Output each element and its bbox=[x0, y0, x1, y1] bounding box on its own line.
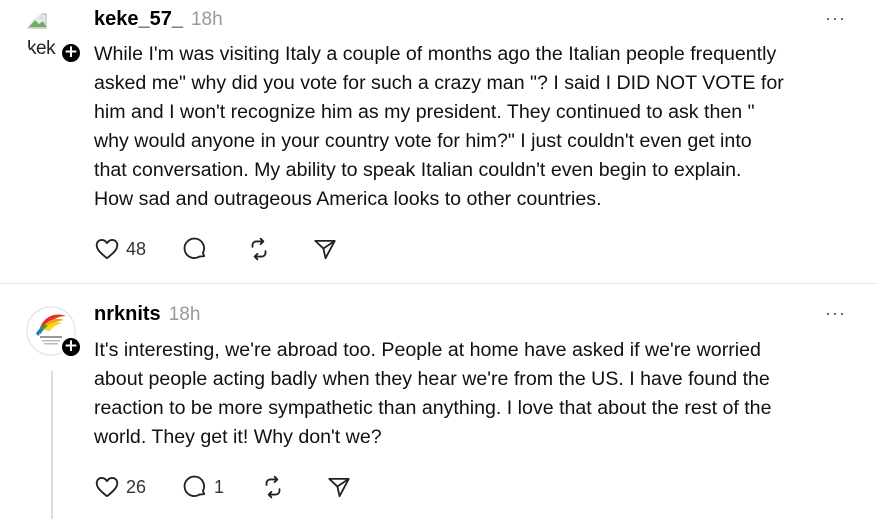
like-button[interactable]: 48 bbox=[94, 234, 182, 264]
timestamp[interactable]: 18h bbox=[191, 9, 223, 31]
thread-line bbox=[51, 371, 53, 519]
post-header: nrknits 18h bbox=[94, 303, 200, 326]
heart-icon bbox=[95, 476, 119, 498]
avatar[interactable]: kek + bbox=[26, 12, 82, 64]
repost-button[interactable] bbox=[260, 472, 326, 502]
heart-icon bbox=[95, 238, 119, 260]
avatar-alt-text: kek bbox=[27, 38, 56, 59]
share-button[interactable] bbox=[312, 234, 352, 264]
reply-count: 1 bbox=[214, 476, 225, 497]
username[interactable]: keke_57_ bbox=[94, 8, 183, 31]
action-bar: 26 1 bbox=[94, 472, 366, 502]
reply-button[interactable]: 1 bbox=[182, 472, 260, 502]
post-header: keke_57_ 18h bbox=[94, 8, 223, 31]
like-count: 26 bbox=[126, 476, 147, 497]
share-icon bbox=[328, 477, 350, 498]
post-body: It's interesting, we're abroad too. Peop… bbox=[94, 339, 772, 448]
post-body: While I'm was visiting Italy a couple of… bbox=[94, 43, 784, 210]
repost-button[interactable] bbox=[246, 234, 312, 264]
timestamp[interactable]: 18h bbox=[169, 304, 201, 326]
username[interactable]: nrknits bbox=[94, 303, 161, 326]
avatar[interactable]: + bbox=[26, 306, 82, 358]
like-count: 48 bbox=[126, 238, 147, 259]
like-button[interactable]: 26 bbox=[94, 472, 182, 502]
more-options-icon[interactable]: ··· bbox=[825, 8, 846, 29]
reply-button[interactable] bbox=[182, 234, 246, 264]
share-icon bbox=[314, 239, 336, 260]
comment-icon bbox=[183, 237, 206, 259]
repost-icon bbox=[265, 475, 281, 499]
comment-icon bbox=[183, 475, 206, 497]
share-button[interactable] bbox=[326, 472, 366, 502]
plus-icon[interactable]: + bbox=[60, 336, 82, 358]
repost-icon bbox=[251, 237, 267, 261]
action-bar: 48 bbox=[94, 234, 352, 264]
more-options-icon[interactable]: ··· bbox=[825, 303, 846, 324]
plus-icon[interactable]: + bbox=[60, 42, 82, 64]
